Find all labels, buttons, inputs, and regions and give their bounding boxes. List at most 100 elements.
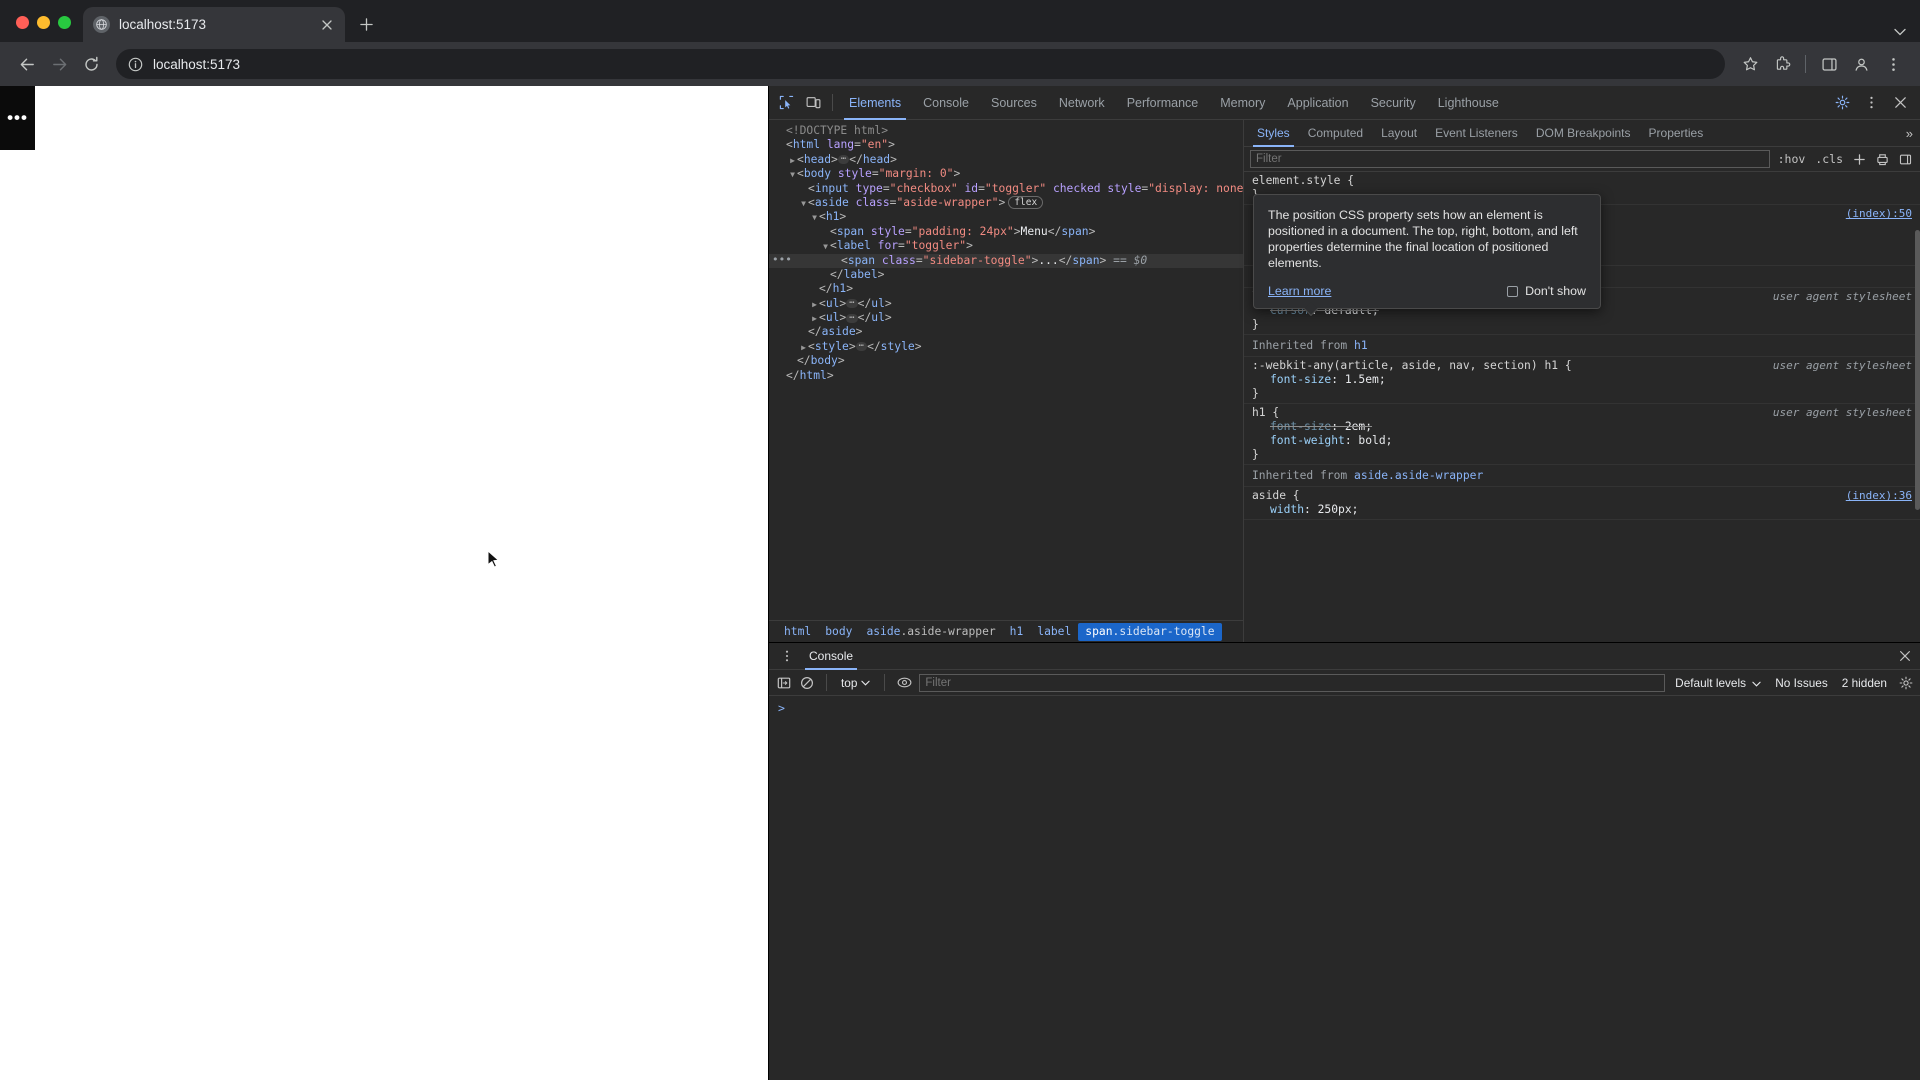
console-issues-label[interactable]: No Issues [1771,676,1831,690]
expand-ellipsis-badge[interactable]: ⋯ [846,299,858,309]
console-filter-input[interactable] [919,673,1666,692]
devtools-tab-console[interactable]: Console [912,86,980,120]
side-panel-icon[interactable] [1814,49,1844,79]
info-circle-icon[interactable] [128,57,143,72]
three-dot-menu-icon[interactable] [1858,89,1885,116]
devtools-tab-sources[interactable]: Sources [980,86,1048,120]
star-icon[interactable] [1735,49,1765,79]
puzzle-icon[interactable] [1767,49,1797,79]
three-dot-menu-icon[interactable] [1878,49,1908,79]
breadcrumb-item-h1[interactable]: h1 [1003,623,1031,641]
chevron-down-icon[interactable]: ▼ [799,197,808,211]
address-bar[interactable]: localhost:5173 [116,49,1725,79]
devtools-tab-network[interactable]: Network [1048,86,1116,120]
chevron-down-icon[interactable]: ▼ [821,240,830,254]
styles-tab-dom-breakpoints[interactable]: DOM Breakpoints [1527,120,1640,147]
devtools-tab-application[interactable]: Application [1276,86,1359,120]
cls-toggle[interactable]: .cls [1813,152,1845,166]
expand-ellipsis-badge[interactable]: ⋯ [837,155,850,165]
chevron-right-icon[interactable]: ▶ [810,298,819,312]
reload-icon[interactable] [76,49,106,79]
dom-node-row[interactable]: ▼ <body style="margin: 0"> [769,167,1243,181]
styles-tab-computed[interactable]: Computed [1299,120,1372,147]
clear-console-icon[interactable] [798,674,815,691]
dom-node-row[interactable]: <input type="checkbox" id="toggler" chec… [769,182,1243,196]
forward-arrow-icon[interactable] [44,49,74,79]
breadcrumb-item-label[interactable]: label [1030,623,1078,641]
print-media-icon[interactable] [1874,151,1891,168]
dom-node-row[interactable]: ▼ <aside class="aside-wrapper"> flex [769,196,1243,210]
back-arrow-icon[interactable] [12,49,42,79]
declaration-value[interactable]: : 1.5em; [1331,373,1385,386]
dom-node-row[interactable]: </aside> [769,325,1243,339]
style-declaration[interactable]: font-weight: bold; [1252,434,1920,448]
declaration-property[interactable]: font-weight [1270,434,1345,447]
style-rule-selector[interactable]: aside { [1252,489,1920,503]
dom-node-row[interactable]: ▶ <ul> ⋯ </ul> [769,311,1243,325]
styles-tab-styles[interactable]: Styles [1248,120,1299,147]
declaration-property[interactable]: font-size [1270,373,1331,386]
dom-node-row[interactable]: ▼ <label for="toggler"> [769,239,1243,253]
console-hidden-count[interactable]: 2 hidden [1838,676,1891,690]
style-rule-origin[interactable]: (index):36 [1846,489,1912,502]
computed-sidebar-icon[interactable] [1897,151,1914,168]
style-declaration[interactable]: font-size: 1.5em; [1252,373,1920,387]
dom-tree[interactable]: <!DOCTYPE html> <html lang="en"> ▶ <head> ⋯… [769,120,1243,620]
dom-node-row[interactable]: </html> [769,369,1243,383]
live-expression-icon[interactable] [896,674,913,691]
styles-tab-event-listeners[interactable]: Event Listeners [1426,120,1527,147]
declaration-value[interactable]: : 2em; [1331,420,1372,433]
browser-tab[interactable]: localhost:5173 [83,7,345,42]
dom-node-row[interactable]: </h1> [769,282,1243,296]
inspect-element-icon[interactable] [773,89,800,116]
declaration-property[interactable]: width [1270,503,1304,516]
style-declaration[interactable]: font-size: 2em; [1252,420,1920,434]
close-icon[interactable] [1898,649,1912,663]
new-tab-button[interactable] [351,9,381,39]
dom-node-row[interactable]: <span style="padding: 24px">Menu</span> [769,225,1243,239]
styles-tab-layout[interactable]: Layout [1372,120,1426,147]
window-maximize-button[interactable] [58,16,71,29]
three-dot-menu-icon[interactable] [773,643,800,670]
chevron-down-icon[interactable]: ▼ [788,168,797,182]
console-tab[interactable]: Console [800,643,862,670]
dom-node-row[interactable]: ▼ <h1> [769,210,1243,224]
flex-badge[interactable]: flex [1008,196,1044,210]
console-output[interactable]: > [769,696,1920,1080]
close-icon[interactable] [318,16,335,33]
dom-node-row[interactable]: <!DOCTYPE html> [769,124,1243,138]
dom-node-row[interactable]: ••• <span class="sidebar-toggle">...</sp… [769,253,1243,268]
style-rule-selector[interactable]: element.style { [1252,174,1920,188]
declaration-property[interactable]: font-size [1270,420,1331,433]
chevron-down-icon[interactable] [1894,28,1906,36]
dom-node-row[interactable]: ▶ <head> ⋯ </head> [769,153,1243,167]
expand-ellipsis-badge[interactable]: ⋯ [846,313,858,323]
chevron-right-icon[interactable]: ▶ [788,154,797,168]
gear-icon[interactable] [1897,674,1914,691]
style-rule-origin[interactable]: (index):50 [1846,207,1912,220]
styles-scrollbar[interactable] [1915,230,1920,510]
dom-node-row[interactable]: </label> [769,268,1243,282]
devtools-tab-memory[interactable]: Memory [1209,86,1276,120]
devtools-tab-lighthouse[interactable]: Lighthouse [1427,86,1510,120]
plus-icon[interactable] [1851,151,1868,168]
breadcrumb-item-body[interactable]: body [818,623,859,641]
breadcrumb-item-html[interactable]: html [777,623,818,641]
sidebar-toggle-collapsed[interactable]: ••• [0,86,35,150]
chevron-right-icon[interactable]: ▶ [810,312,819,326]
expand-ellipsis-badge[interactable]: ⋯ [855,342,868,352]
chevron-right-icon[interactable]: ▶ [799,341,808,355]
declaration-value[interactable]: : bold; [1345,434,1393,447]
device-toolbar-icon[interactable] [800,89,827,116]
console-context-selector[interactable]: top [838,676,873,690]
styles-filter-input[interactable] [1250,150,1770,168]
dom-node-row[interactable]: ▶ <style> ⋯ </style> [769,340,1243,354]
console-sidebar-icon[interactable] [775,674,792,691]
gear-icon[interactable] [1829,89,1856,116]
dont-show-option[interactable]: Don't show [1507,284,1586,298]
devtools-tab-elements[interactable]: Elements [838,86,912,120]
declaration-value[interactable]: : 250px; [1304,503,1358,516]
window-minimize-button[interactable] [37,16,50,29]
dont-show-checkbox[interactable] [1507,285,1519,297]
devtools-tab-security[interactable]: Security [1360,86,1427,120]
